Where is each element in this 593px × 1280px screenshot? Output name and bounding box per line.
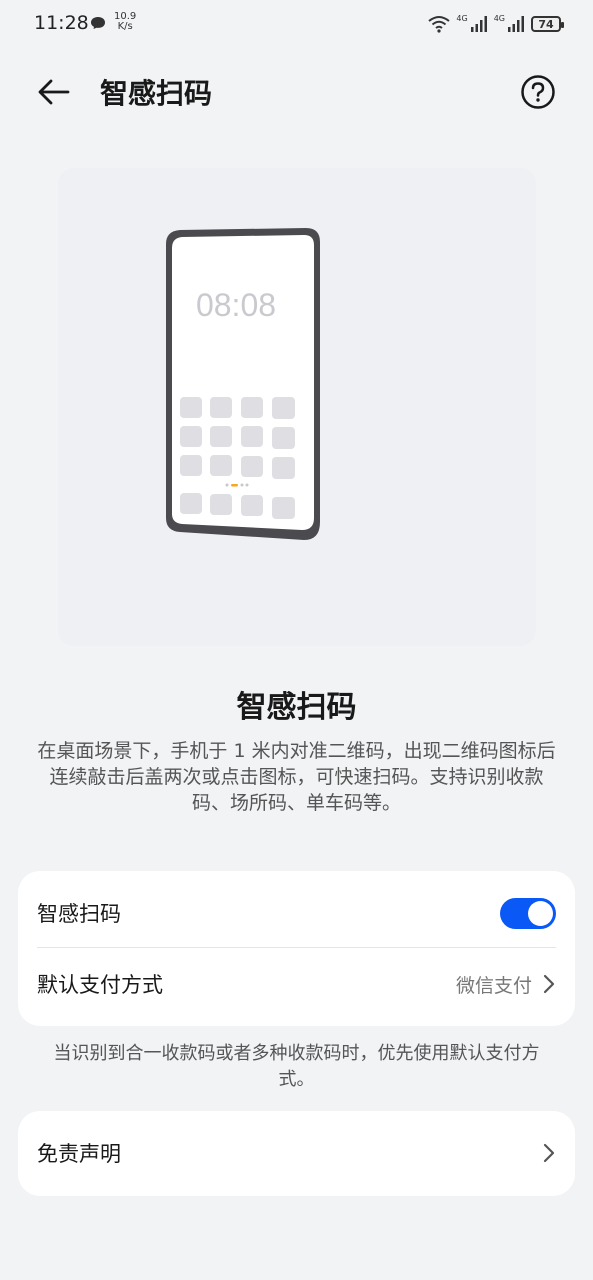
status-time: 11:28 — [34, 12, 89, 34]
chevron-right-icon — [543, 1143, 555, 1163]
network-type-1: 4G — [456, 13, 468, 23]
feature-title: 智感扫码 — [236, 690, 357, 725]
chevron-right-icon — [543, 974, 555, 994]
speed-unit: K/s — [117, 21, 133, 32]
default-payment-row[interactable]: 默认支付方式 微信支付 — [37, 948, 556, 1020]
default-payment-label: 默认支付方式 — [37, 973, 163, 997]
signal-icon-1 — [470, 16, 487, 32]
disclaimer-row[interactable]: 免责声明 — [37, 1117, 556, 1189]
status-bar: 11:28 10.9 K/s 4G 4G 74 — [0, 0, 593, 48]
clock-text: 08:08 — [196, 287, 276, 323]
wifi-icon — [428, 16, 451, 33]
phone-illustration: 08:08 — [166, 228, 320, 540]
smart-scan-label: 智感扫码 — [37, 902, 121, 926]
default-payment-value: 微信支付 — [455, 974, 532, 997]
feature-description: 在桌面场景下，手机于 1 米内对准二维码，出现二维码图标后连续敲击后盖两次或点击… — [37, 740, 556, 814]
disclaimer-label: 免责声明 — [37, 1142, 121, 1166]
message-icon — [91, 17, 105, 29]
payment-note: 当识别到合一收款码或者多种收款码时，优先使用默认支付方式。 — [53, 1043, 540, 1090]
app-header: 智感扫码 — [0, 56, 593, 128]
status-icons: 4G 4G 74 — [428, 13, 564, 35]
back-arrow-icon[interactable] — [34, 72, 74, 112]
toggle-knob — [528, 900, 553, 926]
disclaimer-card[interactable]: 免责声明 — [18, 1111, 575, 1196]
settings-card: 智感扫码 默认支付方式 微信支付 — [18, 871, 575, 1026]
feature-illustration: 08:08 — [58, 168, 536, 646]
signal-icon-2 — [508, 16, 524, 32]
smart-scan-row[interactable]: 智感扫码 — [37, 877, 556, 949]
network-speed: 10.9 K/s — [114, 12, 136, 32]
battery-icon: 74 — [531, 16, 564, 32]
network-type-2: 4G — [493, 13, 505, 23]
battery-level: 74 — [538, 17, 554, 31]
help-icon[interactable] — [520, 74, 556, 110]
page-title: 智感扫码 — [100, 77, 213, 110]
smart-scan-toggle[interactable] — [500, 897, 556, 929]
